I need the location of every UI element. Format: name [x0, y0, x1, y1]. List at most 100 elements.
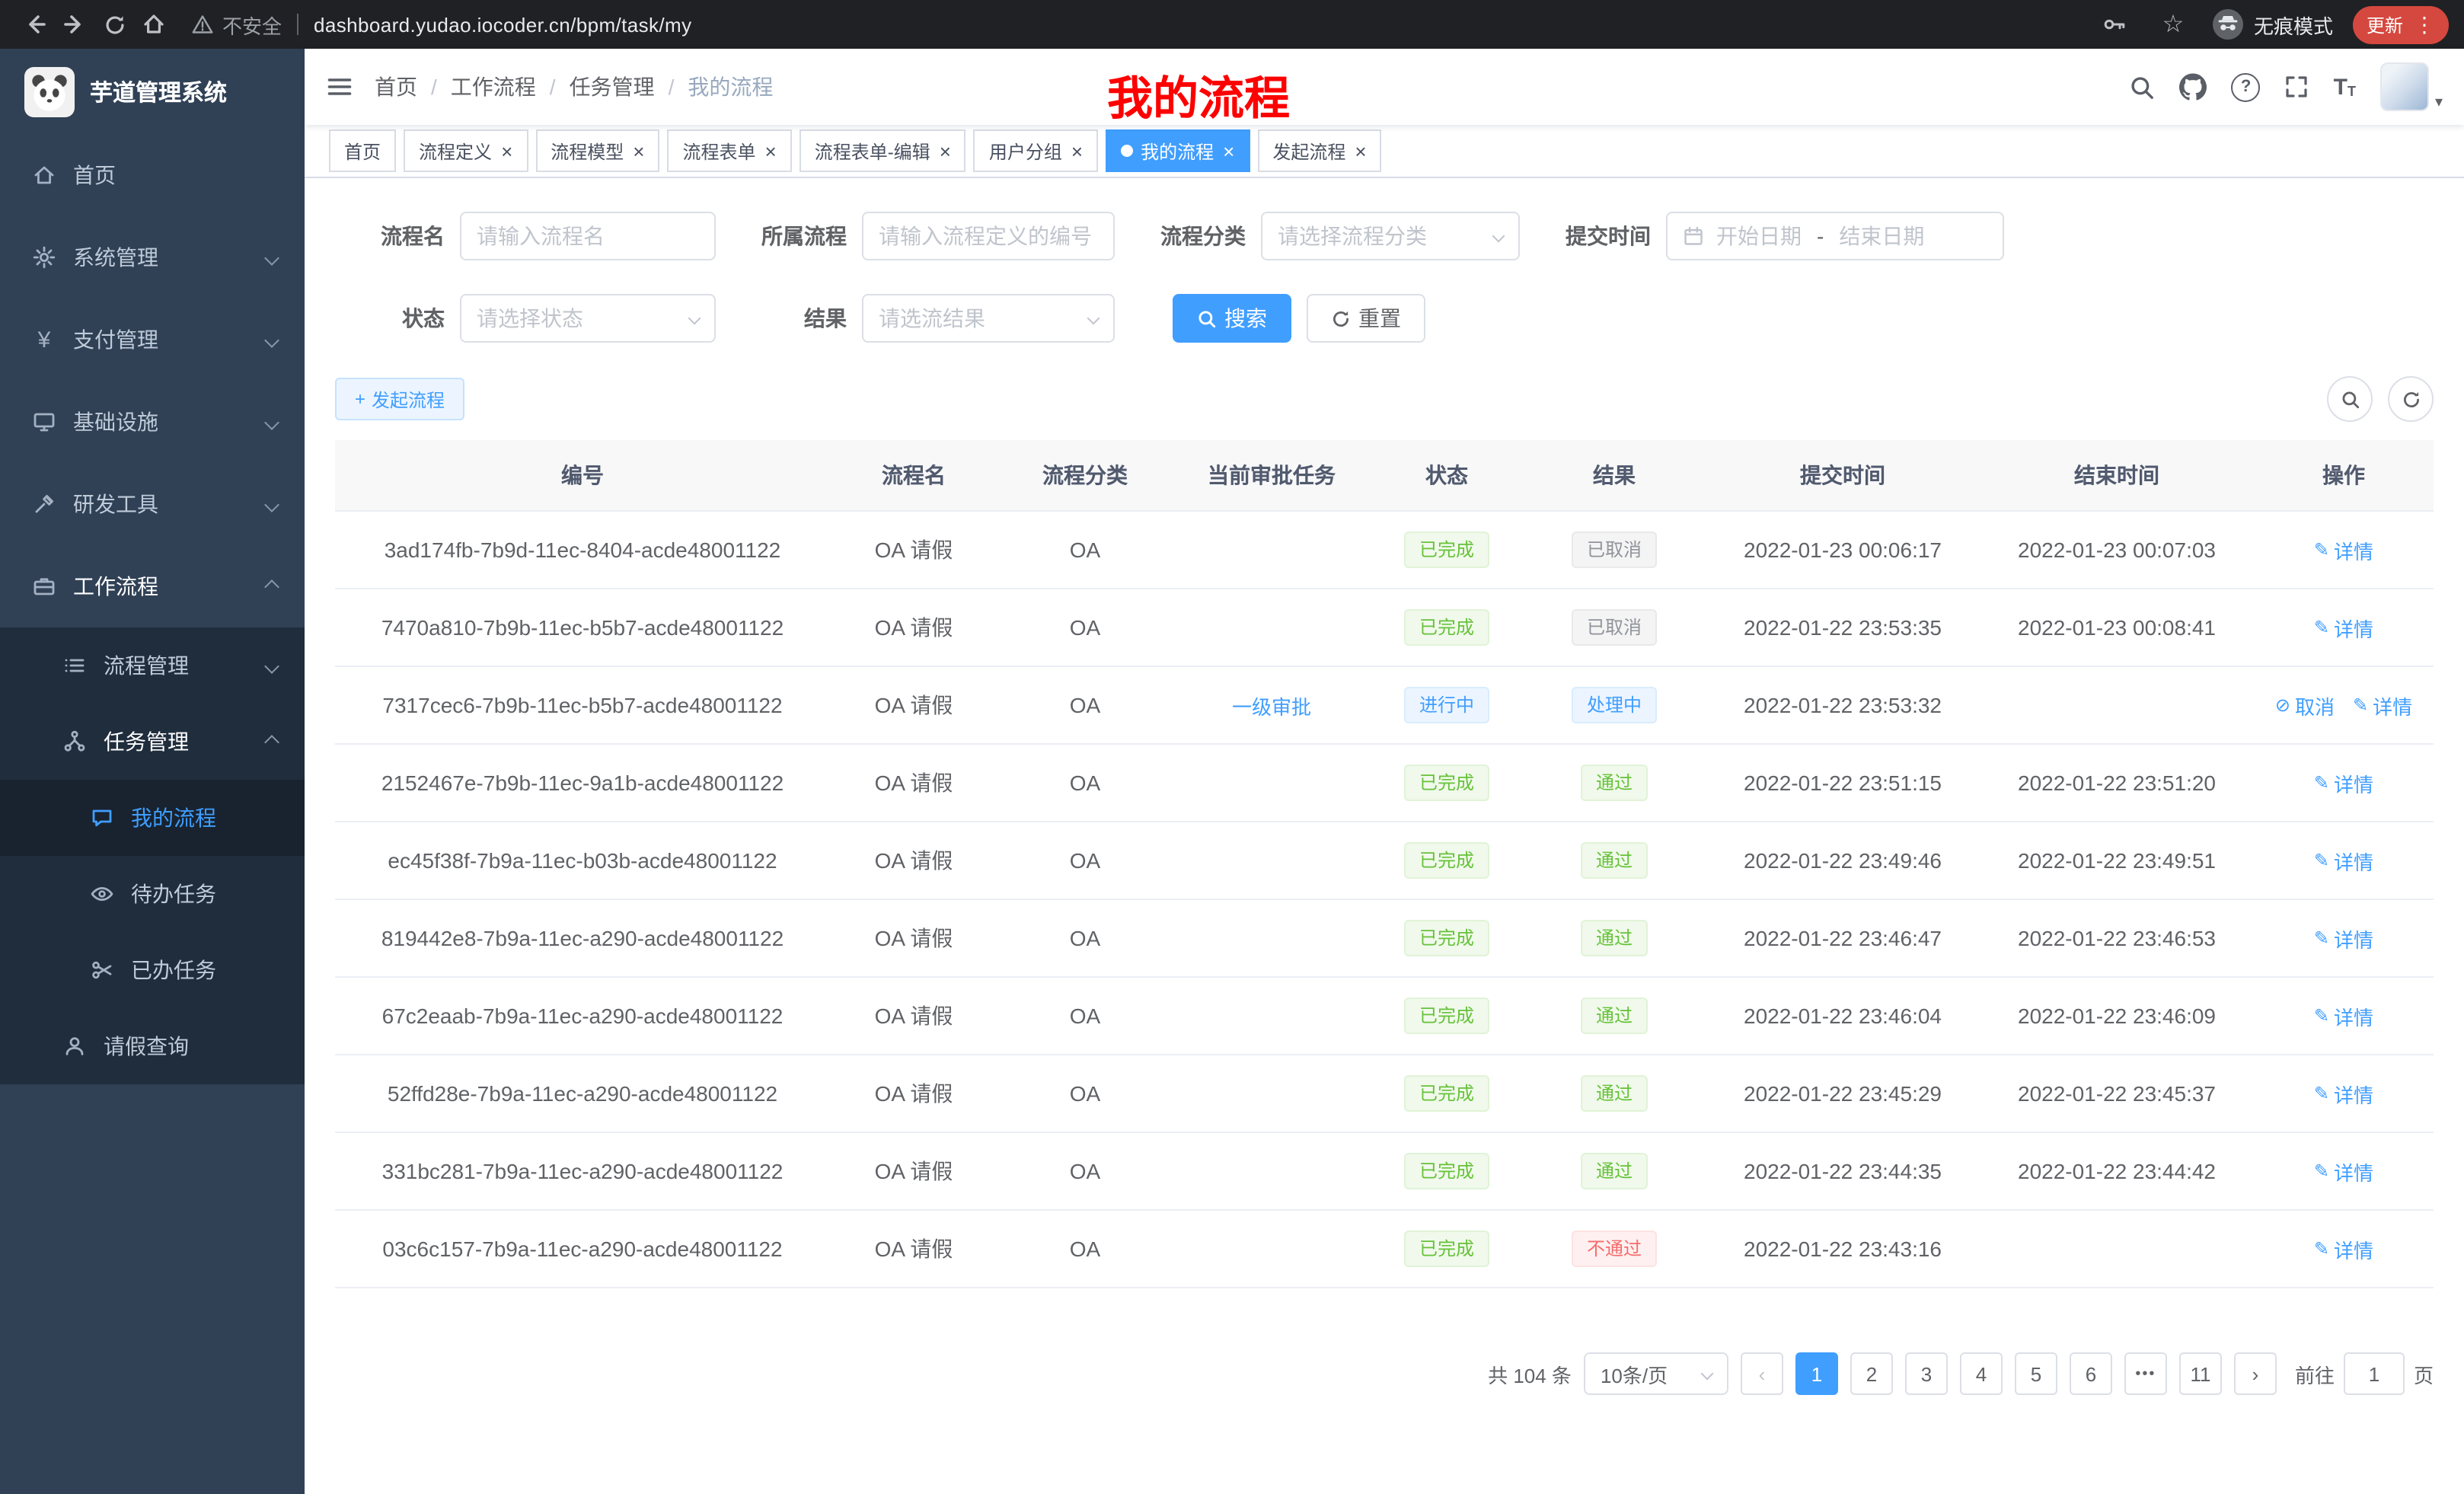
user-avatar[interactable]: [2380, 62, 2429, 111]
page-button-11[interactable]: 11: [2179, 1352, 2222, 1395]
tab-process-form[interactable]: 流程表单×: [667, 129, 791, 172]
sidebar-item-dashboard[interactable]: 首页: [0, 134, 305, 216]
cell-actions: ✎详情: [2254, 1132, 2434, 1210]
sidebar-item-done-tasks[interactable]: 已办任务: [0, 932, 305, 1008]
detail-link[interactable]: ✎详情: [2314, 613, 2373, 642]
date-range-picker[interactable]: 开始日期 - 结束日期: [1666, 212, 2004, 260]
sidebar-item-task-management[interactable]: 任务管理: [0, 704, 305, 780]
briefcase-icon: [30, 574, 58, 599]
detail-link[interactable]: ✎详情: [2314, 535, 2373, 564]
start-process-button[interactable]: + 发起流程: [335, 378, 464, 420]
font-size-icon[interactable]: TT: [2334, 75, 2356, 98]
status-badge: 进行中: [1404, 687, 1489, 723]
detail-link[interactable]: ✎详情: [2314, 1157, 2373, 1186]
chevron-down-icon: [1700, 1368, 1713, 1381]
more-pages-button[interactable]: •••: [2124, 1352, 2167, 1395]
page-button-2[interactable]: 2: [1850, 1352, 1893, 1395]
tab-home[interactable]: 首页: [329, 129, 396, 172]
close-icon[interactable]: ×: [940, 141, 951, 161]
sidebar-item-todo-tasks[interactable]: 待办任务: [0, 856, 305, 932]
goto-page-input[interactable]: [2344, 1352, 2405, 1395]
col-header-end-time: 结束时间: [1980, 440, 2254, 511]
cell-name: OA 请假: [830, 589, 997, 666]
detail-link[interactable]: ✎详情: [2314, 846, 2373, 875]
tab-process-definition[interactable]: 流程定义×: [404, 129, 528, 172]
breadcrumb-home[interactable]: 首页: [375, 72, 417, 102]
start-date-placeholder[interactable]: 开始日期: [1716, 221, 1802, 251]
github-icon[interactable]: [2180, 73, 2207, 101]
close-icon[interactable]: ×: [1355, 141, 1366, 161]
site-security-chip[interactable]: 不安全: [192, 10, 282, 39]
parent-process-input[interactable]: [862, 212, 1115, 260]
detail-link[interactable]: ✎详情: [2314, 924, 2373, 953]
tab-process-model[interactable]: 流程模型×: [535, 129, 659, 172]
goto-label: 前往: [2295, 1359, 2335, 1388]
prev-page-button[interactable]: ‹: [1741, 1352, 1783, 1395]
reload-icon[interactable]: [94, 5, 134, 44]
status-select[interactable]: 请选择状态: [460, 294, 716, 343]
fullscreen-icon[interactable]: [2285, 75, 2309, 99]
close-icon[interactable]: ×: [501, 141, 512, 161]
address-bar[interactable]: dashboard.yudao.iocoder.cn/bpm/task/my: [314, 13, 692, 36]
edit-icon: ✎: [2314, 541, 2329, 559]
page-button-6[interactable]: 6: [2070, 1352, 2112, 1395]
page-button-3[interactable]: 3: [1905, 1352, 1948, 1395]
current-task-link[interactable]: 一级审批: [1232, 691, 1311, 720]
search-icon[interactable]: [2130, 74, 2156, 100]
next-page-button[interactable]: ›: [2234, 1352, 2277, 1395]
tab-start-process[interactable]: 发起流程×: [1257, 129, 1381, 172]
sidebar-toggle-icon[interactable]: [305, 73, 375, 101]
help-icon[interactable]: ?: [2232, 72, 2261, 101]
sidebar-item-leave-query[interactable]: 请假查询: [0, 1008, 305, 1084]
tab-process-form-edit[interactable]: 流程表单-编辑×: [800, 129, 966, 172]
process-name-input[interactable]: [460, 212, 716, 260]
forward-icon[interactable]: [55, 5, 94, 44]
breadcrumb-task-management[interactable]: 任务管理: [570, 72, 655, 102]
page-button-5[interactable]: 5: [2015, 1352, 2057, 1395]
home-icon[interactable]: [134, 5, 174, 44]
toggle-search-button[interactable]: [2327, 376, 2373, 422]
reset-button[interactable]: 重置: [1307, 294, 1425, 343]
search-button[interactable]: 搜索: [1173, 294, 1291, 343]
detail-link[interactable]: ✎详情: [2314, 1079, 2373, 1108]
breadcrumb-workflow[interactable]: 工作流程: [451, 72, 536, 102]
back-icon[interactable]: [15, 5, 55, 44]
detail-link[interactable]: ✎详情: [2314, 1001, 2373, 1030]
page-button-1[interactable]: 1: [1795, 1352, 1838, 1395]
tab-my-process[interactable]: 我的流程×: [1106, 129, 1250, 172]
detail-link[interactable]: ✎详情: [2314, 768, 2373, 797]
sidebar-item-workflow[interactable]: 工作流程: [0, 545, 305, 627]
cell-actions: ✎详情: [2254, 511, 2434, 589]
gear-icon: [30, 245, 58, 270]
pagination: 共 104 条 10条/页 ‹ 1 2 3 4 5 6 ••• 11 ›: [335, 1352, 2434, 1395]
chrome-update-button[interactable]: 更新 ⋮: [2353, 5, 2449, 43]
close-icon[interactable]: ×: [765, 141, 777, 161]
sidebar-item-devtools[interactable]: 研发工具: [0, 463, 305, 545]
cell-status: 已完成: [1371, 1210, 1523, 1288]
status-badge: 已完成: [1404, 532, 1489, 568]
key-icon[interactable]: [2094, 5, 2134, 44]
bookmark-star-icon[interactable]: ☆: [2153, 5, 2193, 44]
detail-link[interactable]: ✎详情: [2314, 1234, 2373, 1263]
page-button-4[interactable]: 4: [1960, 1352, 2003, 1395]
cancel-link[interactable]: ⊘取消: [2275, 691, 2335, 720]
detail-link[interactable]: ✎详情: [2353, 691, 2412, 720]
sidebar-item-my-process[interactable]: 我的流程: [0, 780, 305, 856]
category-select[interactable]: 请选择流程分类: [1261, 212, 1520, 260]
menu-dots-icon[interactable]: ⋮: [2414, 14, 2435, 35]
sidebar-item-payment[interactable]: ¥ 支付管理: [0, 298, 305, 381]
table-row: 67c2eaab-7b9a-11ec-a290-acde48001122 OA …: [335, 977, 2434, 1055]
close-icon[interactable]: ×: [1071, 141, 1083, 161]
user-menu[interactable]: ▾: [2380, 62, 2443, 111]
close-icon[interactable]: ×: [1223, 141, 1234, 161]
tab-user-group[interactable]: 用户分组×: [974, 129, 1098, 172]
sidebar-item-system[interactable]: 系统管理: [0, 216, 305, 298]
sidebar-item-process-management[interactable]: 流程管理: [0, 627, 305, 704]
result-select[interactable]: 请选流结果: [862, 294, 1115, 343]
cell-id: 7317cec6-7b9b-11ec-b5b7-acde48001122: [335, 666, 830, 744]
close-icon[interactable]: ×: [633, 141, 644, 161]
refresh-table-button[interactable]: [2388, 376, 2434, 422]
page-size-select[interactable]: 10条/页: [1584, 1352, 1728, 1395]
end-date-placeholder[interactable]: 结束日期: [1839, 221, 1924, 251]
sidebar-item-infrastructure[interactable]: 基础设施: [0, 381, 305, 463]
